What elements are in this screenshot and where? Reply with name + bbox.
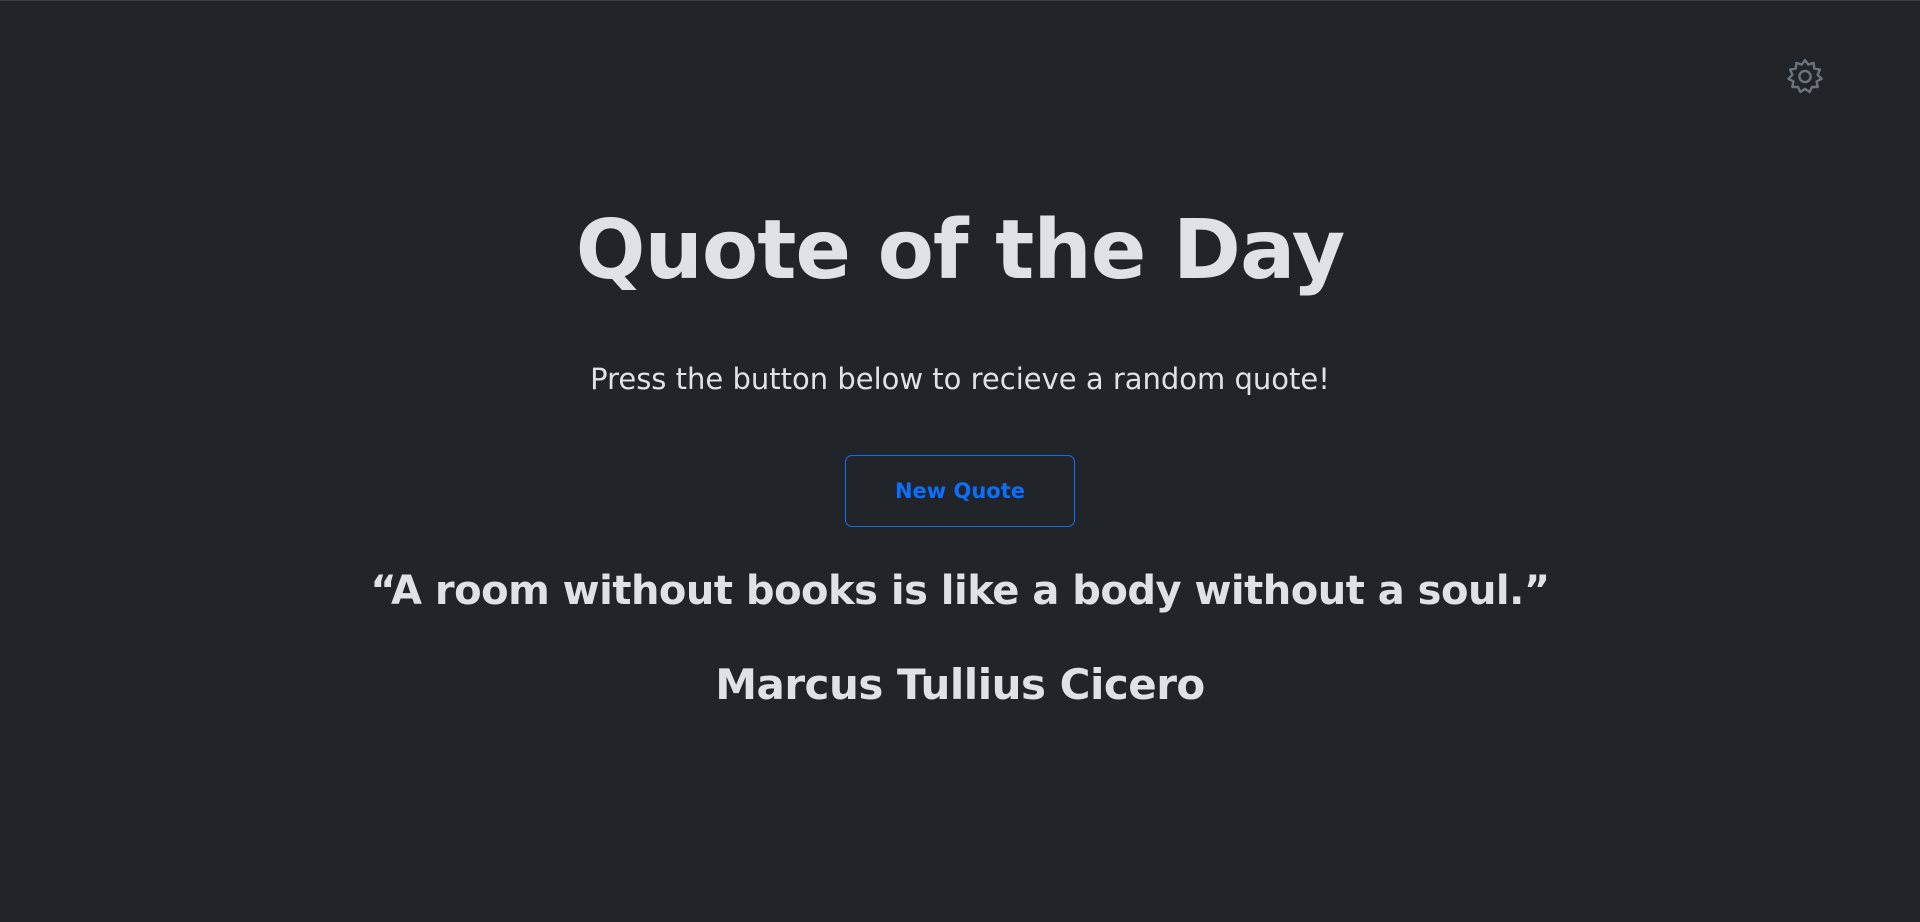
quote-author: Marcus Tullius Cicero [715,660,1205,709]
new-quote-button[interactable]: New Quote [845,455,1075,527]
page-subtitle: Press the button below to recieve a rand… [590,362,1330,396]
page-title: Quote of the Day [575,203,1345,298]
settings-button[interactable] [1784,56,1826,98]
gear-icon [1785,57,1825,97]
quote-text: “A room without books is like a body wit… [370,568,1550,614]
quote-page: Quote of the Day Press the button below … [0,0,1920,922]
